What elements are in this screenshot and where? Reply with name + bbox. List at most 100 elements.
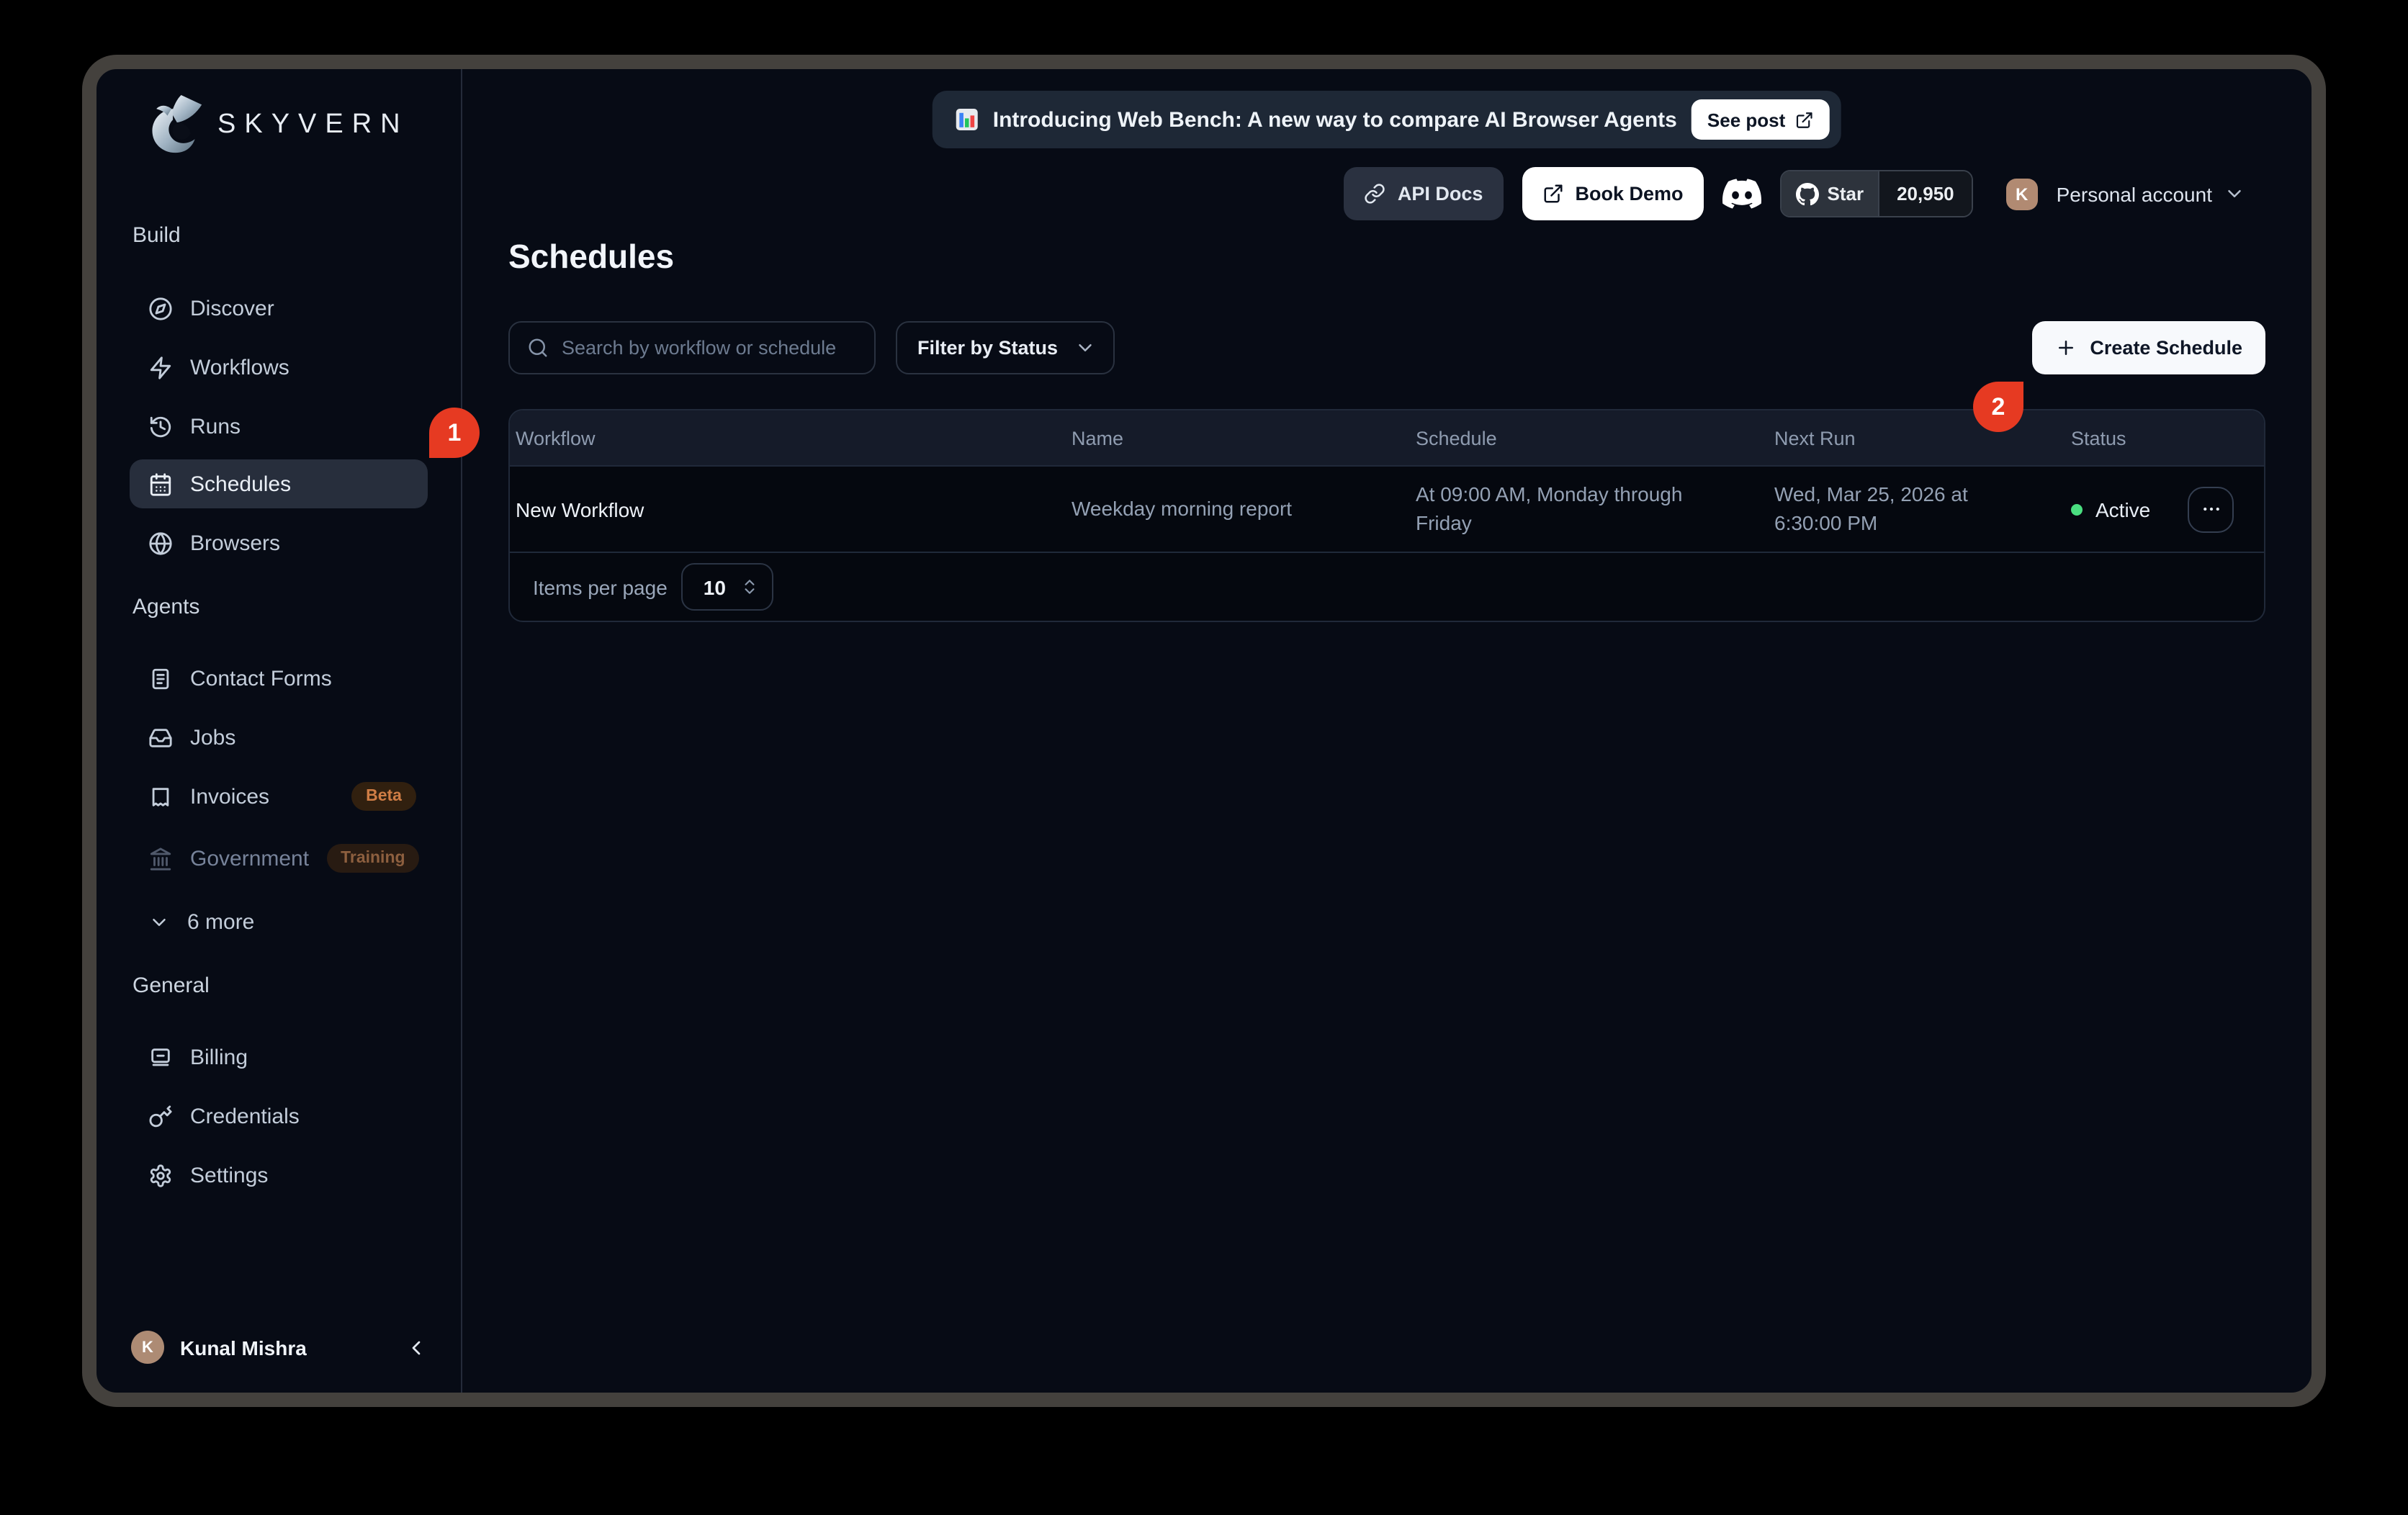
sidebar-item-browsers[interactable]: Browsers [130, 518, 428, 567]
plus-icon [2055, 337, 2077, 359]
star-label: Star [1828, 183, 1864, 204]
sidebar-item-schedules[interactable]: Schedules [130, 459, 428, 508]
training-badge: Training [326, 844, 419, 873]
chevron-left-icon[interactable] [405, 1336, 428, 1359]
table-footer: Items per page 10 [510, 553, 2264, 621]
section-label-build: Build [132, 223, 181, 248]
active-status-dot [2071, 503, 2083, 515]
book-demo-label: Book Demo [1575, 183, 1683, 204]
history-clock-icon [148, 414, 173, 439]
create-schedule-button[interactable]: Create Schedule [2032, 321, 2265, 374]
controls-row: Filter by Status Create Schedule [508, 321, 2265, 374]
account-menu[interactable]: Personal account [2057, 182, 2245, 205]
sidebar-item-label: Discover [190, 296, 274, 320]
section-label-general: General [132, 974, 210, 998]
discord-icon[interactable] [1722, 174, 1761, 213]
sidebar-item-credentials[interactable]: Credentials [130, 1092, 428, 1141]
brand: SKYVERN [144, 92, 409, 158]
cell-status: Active [2065, 467, 2264, 552]
key-icon [148, 1104, 173, 1128]
col-status: Status [2065, 427, 2264, 449]
bar-chart-emoji-icon [956, 108, 979, 131]
avatar: K [131, 1331, 164, 1364]
sidebar-item-label: Browsers [190, 531, 280, 555]
table-row[interactable]: New Workflow Weekday morning report At 0… [510, 467, 2264, 553]
chevrons-up-down-icon [741, 577, 760, 596]
sidebar-item-billing[interactable]: Billing [130, 1033, 428, 1082]
page-size-value: 10 [704, 575, 726, 598]
sidebar-item-label: 6 more [187, 909, 254, 934]
sidebar-item-more[interactable]: 6 more [130, 897, 428, 946]
app-window: SKYVERN Build Discover Workflows Runs Sc… [82, 55, 2326, 1407]
sidebar-item-label: Runs [190, 414, 241, 439]
sidebar-item-runs[interactable]: Runs [130, 402, 428, 451]
see-post-label: See post [1707, 109, 1785, 130]
status-badge: Active [2095, 498, 2150, 521]
chevron-down-icon [148, 911, 170, 932]
sidebar-item-contact-forms[interactable]: Contact Forms [130, 654, 428, 703]
gear-icon [148, 1163, 173, 1187]
announcement-banner: Introducing Web Bench: A new way to comp… [933, 91, 1842, 148]
desktop: SKYVERN Build Discover Workflows Runs Sc… [0, 0, 2408, 1515]
search-icon [527, 337, 549, 359]
sidebar-item-label: Schedules [190, 472, 291, 496]
topbar: API Docs Book Demo Star 20,950 K Persona… [1344, 167, 2245, 220]
receipt-icon [148, 784, 173, 809]
sidebar-item-label: Billing [190, 1045, 248, 1069]
account-label: Personal account [2057, 182, 2212, 205]
api-docs-label: API Docs [1398, 183, 1483, 204]
sidebar-item-workflows[interactable]: Workflows [130, 343, 428, 392]
inbox-icon [148, 725, 173, 750]
user-name: Kunal Mishra [180, 1336, 307, 1359]
cell-next-run: Wed, Mar 25, 2026 at 6:30:00 PM [1769, 481, 1992, 537]
sidebar-item-label: Workflows [190, 355, 289, 379]
user-profile[interactable]: K Kunal Mishra [131, 1331, 428, 1364]
sidebar-item-label: Contact Forms [190, 666, 332, 691]
document-lines-icon [148, 666, 173, 691]
sidebar-item-label: Settings [190, 1163, 268, 1187]
col-workflow: Workflow [510, 427, 1066, 449]
chevron-down-icon [1074, 337, 1096, 359]
filter-by-status-button[interactable]: Filter by Status [896, 321, 1115, 374]
sidebar-item-discover[interactable]: Discover [130, 284, 428, 333]
page-size-select[interactable]: 10 [682, 563, 774, 611]
page-title: Schedules [508, 238, 674, 277]
banner-text: Introducing Web Bench: A new way to comp… [993, 107, 1677, 132]
book-demo-button[interactable]: Book Demo [1522, 167, 1703, 220]
lightning-icon [148, 355, 173, 379]
github-icon [1796, 182, 1819, 205]
search-box [508, 321, 876, 374]
sidebar-item-label: Jobs [190, 725, 235, 750]
main-content: Introducing Web Bench: A new way to comp… [462, 69, 2312, 1393]
calendar-icon [148, 472, 173, 496]
create-schedule-label: Create Schedule [2090, 337, 2242, 359]
see-post-button[interactable]: See post [1692, 99, 1830, 140]
star-count: 20,950 [1878, 171, 1972, 216]
brand-name: SKYVERN [217, 109, 409, 141]
github-star-button[interactable]: Star 20,950 [1780, 170, 1973, 217]
search-input[interactable] [562, 337, 857, 359]
sidebar-item-label: Credentials [190, 1104, 300, 1128]
annotation-badge-2: 2 [1973, 382, 2023, 432]
sidebar-item-government[interactable]: Government Training [130, 834, 428, 883]
beta-badge: Beta [351, 782, 416, 811]
filter-label: Filter by Status [917, 337, 1058, 359]
sidebar-item-settings[interactable]: Settings [130, 1151, 428, 1200]
row-actions-button[interactable] [2188, 486, 2234, 532]
sidebar: SKYVERN Build Discover Workflows Runs Sc… [96, 69, 462, 1393]
external-link-icon [1795, 110, 1814, 129]
col-name: Name [1066, 427, 1410, 449]
api-docs-button[interactable]: API Docs [1344, 167, 1504, 220]
col-next-run: Next Run [1769, 427, 2065, 449]
skyvern-logo-icon [144, 92, 205, 158]
cell-name: Weekday morning report [1066, 495, 1410, 523]
annotation-badge-1: 1 [429, 408, 480, 458]
account-avatar[interactable]: K [2006, 178, 2038, 210]
col-schedule: Schedule [1410, 427, 1769, 449]
bank-icon [148, 846, 173, 871]
sidebar-item-invoices[interactable]: Invoices Beta [130, 772, 428, 821]
sidebar-item-label: Invoices [190, 784, 269, 809]
items-per-page-label: Items per page [533, 575, 668, 598]
sidebar-item-jobs[interactable]: Jobs [130, 713, 428, 762]
credit-card-icon [148, 1045, 173, 1069]
